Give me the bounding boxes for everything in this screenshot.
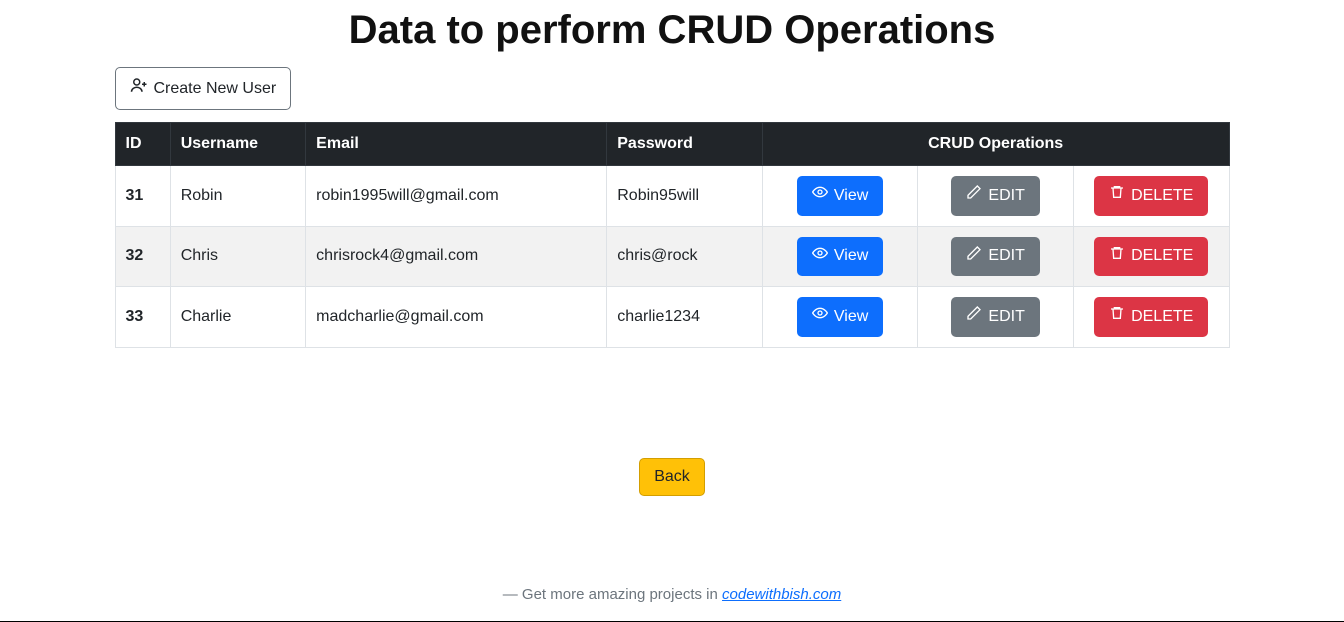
eye-icon <box>812 305 828 328</box>
page-title: Data to perform CRUD Operations <box>115 8 1230 53</box>
view-button[interactable]: View <box>797 237 883 276</box>
col-id: ID <box>115 123 170 166</box>
col-email: Email <box>306 123 607 166</box>
view-label: View <box>834 185 868 207</box>
trash-icon <box>1109 184 1125 207</box>
edit-button[interactable]: EDIT <box>951 176 1039 215</box>
view-label: View <box>834 306 868 328</box>
delete-button[interactable]: DELETE <box>1094 176 1208 215</box>
footer-text: — Get more amazing projects in <box>503 586 722 603</box>
edit-button[interactable]: EDIT <box>951 297 1039 336</box>
col-username: Username <box>170 123 305 166</box>
delete-button[interactable]: DELETE <box>1094 237 1208 276</box>
footer-link[interactable]: codewithbish.com <box>722 586 841 603</box>
eye-icon <box>812 184 828 207</box>
cell-email: robin1995will@gmail.com <box>306 166 607 226</box>
cell-password: chris@rock <box>607 226 763 286</box>
create-user-label: Create New User <box>154 78 277 100</box>
cell-email: chrisrock4@gmail.com <box>306 226 607 286</box>
eye-icon <box>812 245 828 268</box>
pencil-icon <box>966 305 982 328</box>
col-password: Password <box>607 123 763 166</box>
back-button[interactable]: Back <box>639 458 705 496</box>
trash-icon <box>1109 245 1125 268</box>
cell-id: 31 <box>115 166 170 226</box>
footer: — Get more amazing projects in codewithb… <box>0 586 1344 615</box>
delete-label: DELETE <box>1131 306 1193 328</box>
cell-id: 33 <box>115 287 170 347</box>
cell-email: madcharlie@gmail.com <box>306 287 607 347</box>
edit-button[interactable]: EDIT <box>951 237 1039 276</box>
trash-icon <box>1109 305 1125 328</box>
cell-username: Charlie <box>170 287 305 347</box>
view-button[interactable]: View <box>797 297 883 336</box>
edit-label: EDIT <box>988 306 1024 328</box>
table-row: 32Chrischrisrock4@gmail.comchris@rock Vi… <box>115 226 1229 286</box>
cell-id: 32 <box>115 226 170 286</box>
cell-username: Chris <box>170 226 305 286</box>
create-user-button[interactable]: Create New User <box>115 67 292 110</box>
delete-button[interactable]: DELETE <box>1094 297 1208 336</box>
col-operations: CRUD Operations <box>762 123 1229 166</box>
table-row: 33Charliemadcharlie@gmail.comcharlie1234… <box>115 287 1229 347</box>
delete-label: DELETE <box>1131 185 1193 207</box>
table-header-row: ID Username Email Password CRUD Operatio… <box>115 123 1229 166</box>
pencil-icon <box>966 184 982 207</box>
table-row: 31Robinrobin1995will@gmail.comRobin95wil… <box>115 166 1229 226</box>
view-label: View <box>834 245 868 267</box>
cell-username: Robin <box>170 166 305 226</box>
edit-label: EDIT <box>988 245 1024 267</box>
edit-label: EDIT <box>988 185 1024 207</box>
pencil-icon <box>966 245 982 268</box>
users-table: ID Username Email Password CRUD Operatio… <box>115 122 1230 347</box>
delete-label: DELETE <box>1131 245 1193 267</box>
view-button[interactable]: View <box>797 176 883 215</box>
user-plus-icon <box>130 76 148 101</box>
cell-password: charlie1234 <box>607 287 763 347</box>
cell-password: Robin95will <box>607 166 763 226</box>
